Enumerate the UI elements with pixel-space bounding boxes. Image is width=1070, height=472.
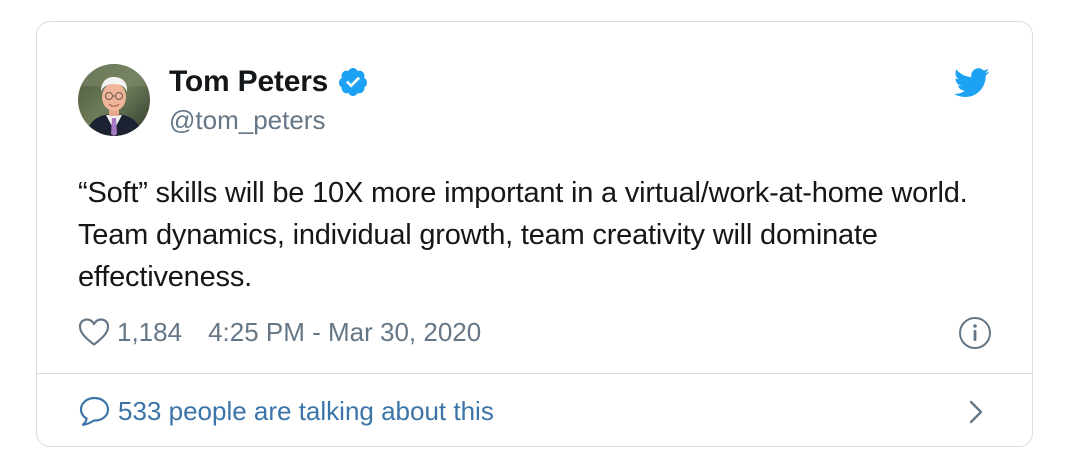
chevron-right-icon[interactable] <box>968 399 984 425</box>
tweet-meta: 1,184 4:25 PM - Mar 30, 2020 <box>78 315 481 349</box>
avatar-photo <box>78 64 150 136</box>
like-count[interactable]: 1,184 <box>117 317 182 348</box>
divider <box>37 373 1032 374</box>
avatar[interactable] <box>78 64 150 136</box>
twitter-bird-icon[interactable] <box>953 68 990 98</box>
conversation-label[interactable]: 533 people are talking about this <box>118 396 494 427</box>
user-handle[interactable]: @tom_peters <box>169 105 369 136</box>
verified-badge-icon <box>337 66 369 98</box>
tweet-card[interactable]: Tom Peters @tom_peters “Soft” skills wil… <box>36 21 1033 447</box>
display-name[interactable]: Tom Peters <box>169 65 328 99</box>
speech-bubble-icon <box>78 395 111 427</box>
conversation-link[interactable]: 533 people are talking about this <box>78 394 494 428</box>
timestamp-link[interactable]: 4:25 PM - Mar 30, 2020 <box>208 317 481 348</box>
info-icon[interactable] <box>958 316 992 350</box>
heart-icon[interactable] <box>78 317 110 347</box>
tweet-text: “Soft” skills will be 10X more important… <box>78 177 968 293</box>
author-block[interactable]: Tom Peters @tom_peters <box>169 62 369 136</box>
name-row: Tom Peters <box>169 62 369 102</box>
